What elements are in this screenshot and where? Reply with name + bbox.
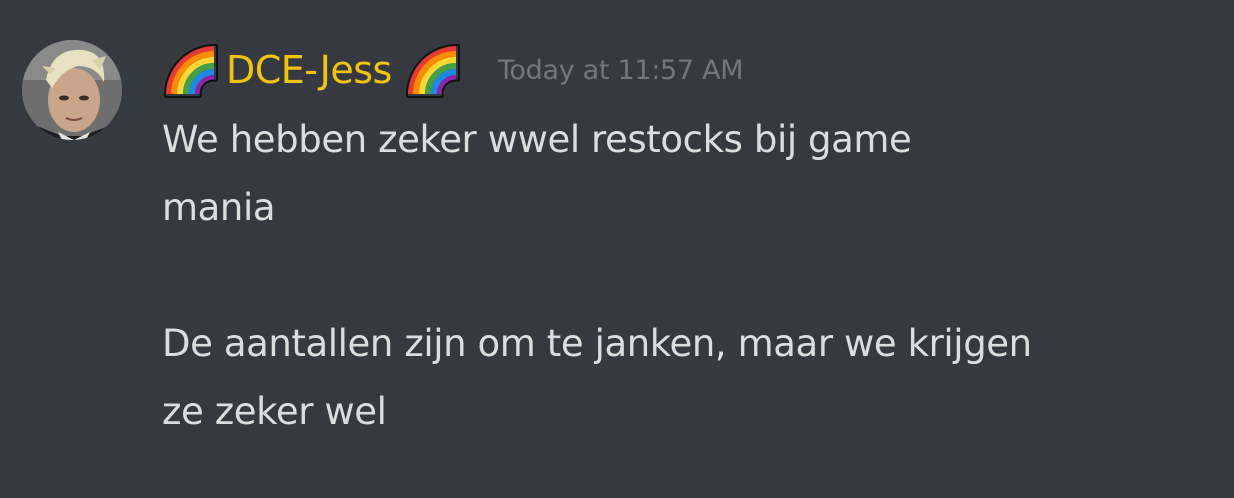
message-line: De aantallen zijn om te janken, maar we … bbox=[162, 322, 1032, 365]
username[interactable]: DCE-Jess bbox=[226, 48, 392, 92]
rainbow-emoji-icon bbox=[405, 42, 462, 98]
message-line: mania bbox=[162, 186, 276, 229]
avatar[interactable] bbox=[22, 40, 122, 140]
message-header: DCE-Jess Today at 11:57 AM bbox=[163, 42, 744, 98]
rainbow-emoji-icon bbox=[163, 42, 220, 98]
avatar-image bbox=[22, 40, 122, 140]
message-timestamp[interactable]: Today at 11:57 AM bbox=[498, 55, 744, 86]
message-line: ze zeker wel bbox=[162, 390, 387, 433]
message-line: We hebben zeker wwel restocks bij game bbox=[162, 118, 912, 161]
chat-message: DCE-Jess Today at 11:57 AM We hebben zek… bbox=[0, 0, 1234, 498]
message-content: We hebben zeker wwel restocks bij game m… bbox=[162, 106, 1162, 446]
